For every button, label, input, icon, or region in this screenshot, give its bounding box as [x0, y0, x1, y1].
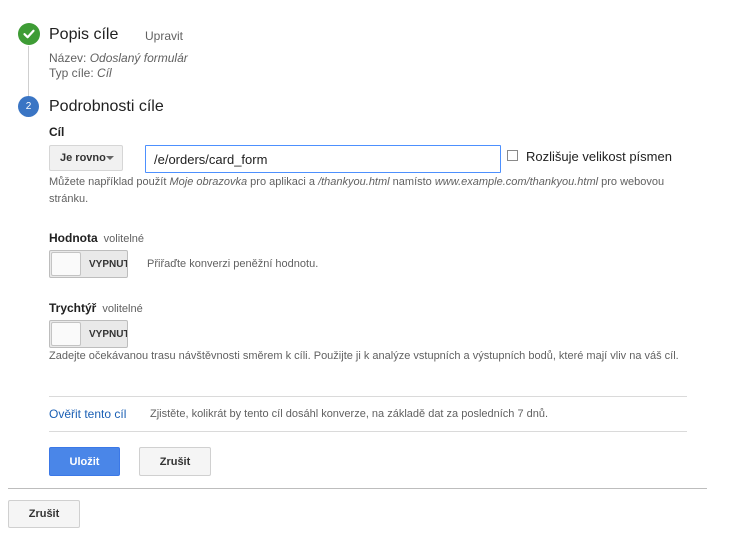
case-sensitive-checkbox[interactable] [507, 150, 518, 161]
save-button[interactable]: Uložit [49, 447, 120, 476]
goal-type-value: Cíl [97, 66, 112, 80]
funnel-label: Trychtýř [49, 301, 97, 315]
step-complete-indicator [18, 23, 40, 45]
goal-field-label: Cíl [49, 125, 65, 139]
value-toggle-state: VYPNUTO [89, 259, 127, 270]
verify-description: Zjistěte, kolikrát by tento cíl dosáhl k… [150, 408, 549, 420]
value-label-row: Hodnota volitelné [49, 231, 144, 245]
match-type-select[interactable]: Je rovno [49, 145, 123, 171]
goal-type-label: Typ cíle: [49, 66, 94, 80]
toggle-knob [51, 252, 81, 276]
divider [49, 431, 687, 432]
goal-help-text: Můžete například použít Moje obrazovka p… [49, 174, 689, 208]
divider [49, 396, 687, 397]
step1-title: Popis cíle [49, 26, 119, 43]
cancel-step-button[interactable]: Zrušit [139, 447, 211, 476]
value-toggle[interactable]: VYPNUTO [49, 250, 128, 278]
value-optional-label: volitelné [103, 233, 145, 245]
toggle-knob [51, 322, 81, 346]
value-description: Přiřaďte konverzi peněžní hodnotu. [147, 258, 319, 270]
checkmark-icon [23, 29, 35, 39]
goal-name-label: Název: [49, 51, 87, 65]
cancel-button[interactable]: Zrušit [8, 500, 80, 528]
help-text-example: /thankyou.html [318, 176, 390, 188]
help-text-part: namísto [389, 176, 435, 188]
caret-down-icon [106, 156, 114, 160]
edit-link[interactable]: Upravit [145, 29, 183, 43]
help-text-part: Můžete například použít [49, 176, 170, 188]
step2-title: Podrobnosti cíle [49, 98, 164, 115]
funnel-toggle-state: VYPNUTO [89, 329, 127, 340]
help-text-example: Moje obrazovka [169, 176, 248, 188]
goal-url-input[interactable] [145, 145, 501, 173]
step-number-indicator: 2 [18, 96, 39, 117]
help-text-part: pro aplikaci a [247, 176, 319, 188]
funnel-label-row: Trychtýř volitelné [49, 301, 143, 315]
goal-name-line: Název: Odoslaný formulár [49, 51, 188, 65]
goal-type-line: Typ cíle: Cíl [49, 66, 112, 80]
goal-name-value: Odoslaný formulár [89, 51, 188, 65]
footer-divider [8, 488, 707, 489]
value-label: Hodnota [49, 231, 98, 245]
funnel-toggle[interactable]: VYPNUTO [49, 320, 128, 348]
help-text-example: www.example.com/thankyou.html [434, 176, 599, 188]
funnel-description: Zadejte očekávanou trasu návštěvnosti sm… [49, 350, 679, 362]
match-type-value: Je rovno [60, 152, 106, 164]
step-connector [28, 46, 29, 96]
funnel-optional-label: volitelné [102, 303, 143, 315]
verify-goal-link[interactable]: Ověřit tento cíl [49, 407, 126, 421]
case-sensitive-label: Rozlišuje velikost písmen [526, 149, 672, 164]
